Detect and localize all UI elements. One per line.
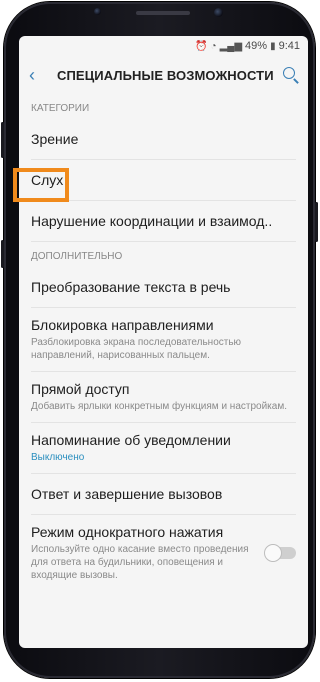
list-item-title: Ответ и завершение вызовов	[31, 486, 223, 502]
list-item-subtitle: Разблокировка экрана последовательностью…	[31, 337, 242, 361]
highlight-box	[13, 168, 69, 202]
list-item-vision[interactable]: Зрение	[31, 119, 296, 160]
list-item-title: Нарушение координации и взаимод..	[31, 213, 273, 229]
battery-level: 49%	[245, 40, 268, 52]
status-text: Выключено	[31, 452, 85, 463]
list-item-coordination[interactable]: Нарушение координации и взаимод..	[31, 201, 296, 242]
list-item-subtitle: Добавить ярлыки конкретным функциям и на…	[31, 401, 287, 412]
list-item-direct-access[interactable]: Прямой доступ Добавить ярлыки конкретным…	[31, 372, 296, 423]
volume-button	[1, 122, 4, 158]
app-bar: ‹ СПЕЦИАЛЬНЫЕ ВОЗМОЖНОСТИ	[19, 56, 308, 94]
list-item-title: Блокировка направлениями	[31, 317, 214, 333]
list-item-title: Преобразование текста в речь	[31, 279, 231, 295]
alarm-icon: ⏰	[195, 40, 208, 52]
list-item-direction-lock[interactable]: Блокировка направлениями Разблокировка э…	[31, 308, 296, 372]
battery-icon: ▮	[270, 40, 276, 52]
signal-icon: ▂▄▆	[219, 40, 243, 52]
phone-frame: ⏰ ◔ ▂▄▆ 49% ▮ 9:41 ‹ СПЕЦИАЛЬНЫЕ ВОЗМОЖН…	[1, 2, 318, 678]
power-button	[315, 202, 318, 242]
list-item-title: Зрение	[31, 131, 79, 147]
list-item-title: Режим однократного нажатия	[31, 524, 224, 540]
page-title: СПЕЦИАЛЬНЫЕ ВОЗМОЖНОСТИ	[57, 67, 274, 83]
section-header-extra: ДОПОЛНИТЕЛЬНО	[31, 251, 123, 262]
front-camera-icon	[214, 8, 223, 17]
toggle-knob	[264, 544, 282, 562]
list-item-call-answer[interactable]: Ответ и завершение вызовов	[31, 474, 296, 515]
list-item-title: Прямой доступ	[31, 381, 130, 397]
list-item-hearing[interactable]: Слух	[31, 160, 296, 201]
bixby-button	[1, 240, 4, 268]
screen: ⏰ ◔ ▂▄▆ 49% ▮ 9:41 ‹ СПЕЦИАЛЬНЫЕ ВОЗМОЖН…	[19, 36, 308, 648]
status-bar: ⏰ ◔ ▂▄▆ 49% ▮ 9:41	[19, 36, 308, 56]
search-icon[interactable]	[280, 64, 302, 86]
iris-sensor-icon	[94, 8, 101, 15]
list-item-tts[interactable]: Преобразование текста в речь	[31, 267, 296, 308]
wifi-icon: ◔	[210, 40, 217, 52]
list-item-single-tap[interactable]: Режим однократного нажатия Используйте о…	[31, 515, 296, 591]
back-chevron-icon[interactable]: ‹	[29, 66, 49, 84]
list-item-notification-reminder[interactable]: Напоминание об уведомлении Выключено	[31, 423, 296, 474]
single-tap-toggle[interactable]	[264, 544, 296, 562]
earpiece-speaker	[136, 11, 190, 15]
list-item-subtitle: Используйте одно касание вместо проведен…	[31, 544, 249, 581]
list-item-title: Напоминание об уведомлении	[31, 432, 231, 448]
section-header-categories: КАТЕГОРИИ	[31, 103, 90, 114]
clock: 9:41	[278, 40, 300, 52]
